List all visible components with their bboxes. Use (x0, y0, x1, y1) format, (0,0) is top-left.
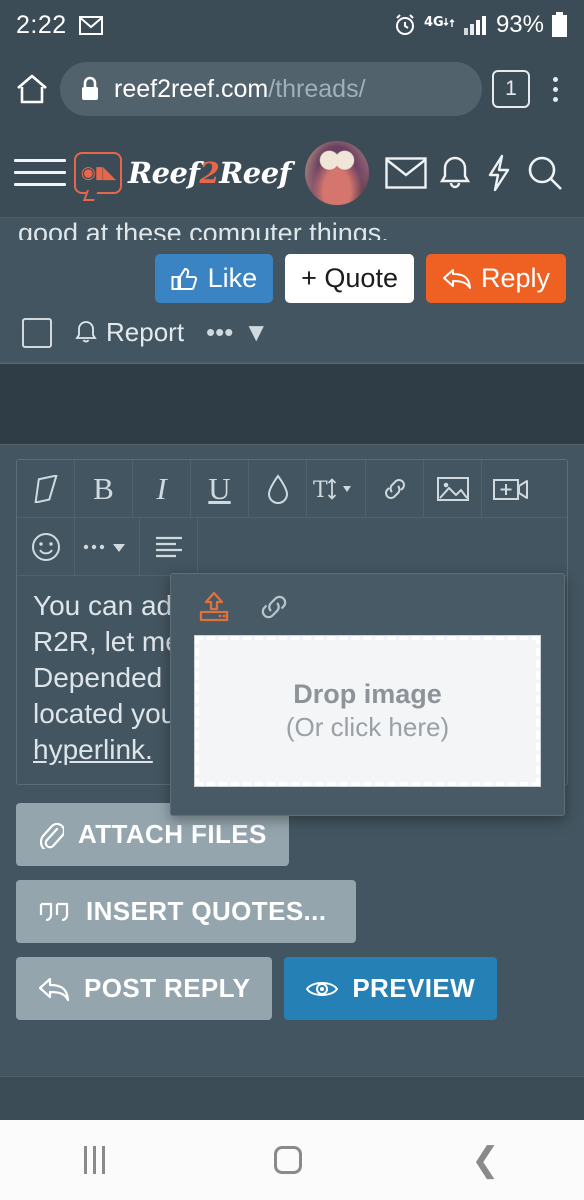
hyperlink-text: hyperlink. (33, 734, 153, 765)
status-bar-left: 2:22 (16, 11, 103, 40)
home-circle-icon[interactable] (274, 1146, 303, 1174)
preview-label: PREVIEW (352, 973, 476, 1003)
envelope-icon[interactable] (383, 156, 429, 189)
site-logo[interactable]: ◉▮◣ Reef2Reef (74, 151, 291, 194)
lightning-bolt-icon[interactable] (482, 154, 516, 192)
svg-text:4G: 4G (424, 15, 444, 30)
reply-label: Reply (480, 263, 550, 293)
page-footer-band (0, 1076, 584, 1120)
thumbs-up-icon (171, 266, 199, 292)
url-path: /threads/ (268, 74, 366, 103)
reply-arrow-icon (38, 976, 70, 1002)
submit-row: POST REPLY PREVIEW (16, 957, 568, 1020)
image-by-url-icon[interactable] (257, 592, 291, 622)
hamburger-menu-icon[interactable] (14, 159, 66, 186)
header-icon-group (379, 154, 570, 192)
post-reply-button[interactable]: POST REPLY (16, 957, 273, 1020)
editor-toolbar-row-1: B I U T (17, 459, 567, 518)
site-logo-text: Reef2Reef (128, 156, 291, 190)
url-bar[interactable]: reef2reef.com/threads/ (60, 62, 482, 116)
post-action-buttons: Like + Quote Reply (0, 240, 584, 303)
text-color-icon[interactable] (249, 459, 307, 518)
logo-text-part2: 2 (199, 155, 220, 190)
bold-icon[interactable]: B (75, 459, 133, 518)
clownfish-logo-icon: ◉▮◣ (74, 151, 122, 194)
post-meta-row: Report ••• ▼ (0, 303, 584, 348)
insert-image-icon[interactable] (424, 459, 482, 518)
quote-marks-icon (38, 899, 72, 925)
reply-button[interactable]: Reply (425, 254, 566, 303)
avatar[interactable] (304, 140, 369, 205)
bell-icon (74, 319, 98, 346)
insert-link-icon[interactable] (366, 459, 424, 518)
network-type-icon: 4G (424, 14, 456, 36)
chevron-down-icon: ▼ (243, 317, 270, 347)
gmail-icon (78, 15, 103, 35)
url-domain: reef2reef.com (114, 74, 269, 103)
report-label: Report (106, 317, 185, 347)
home-icon[interactable] (14, 72, 50, 106)
battery-icon (551, 12, 568, 38)
image-upload-popup: Drop image (Or click here) (170, 573, 565, 816)
section-separator (0, 363, 584, 445)
emoji-icon[interactable] (17, 517, 75, 576)
logo-text-part1: Reef (128, 155, 200, 190)
italic-icon[interactable]: I (133, 459, 191, 518)
android-nav-bar: ❮ (0, 1120, 584, 1200)
tab-counter-button[interactable]: 1 (492, 70, 530, 108)
post-reply-label: POST REPLY (84, 973, 251, 1003)
eye-icon (306, 977, 339, 1001)
editor-action-buttons: ATTACH FILES INSERT QUOTES... POST REPLY… (0, 785, 584, 1020)
underline-icon[interactable]: U (191, 459, 249, 518)
dropzone-title: Drop image (293, 679, 442, 709)
search-icon[interactable] (524, 154, 566, 192)
like-button[interactable]: Like (154, 254, 274, 303)
back-chevron-icon[interactable]: ❮ (471, 1143, 500, 1177)
more-options-icon[interactable] (75, 517, 140, 576)
status-bar-right: 4G 93% (393, 11, 568, 39)
signal-bars-icon (463, 14, 489, 36)
like-label: Like (207, 263, 258, 293)
dropzone-subtitle: (Or click here) (285, 712, 450, 742)
image-dropzone[interactable]: Drop image (Or click here) (194, 635, 541, 787)
insert-video-icon[interactable] (482, 460, 540, 518)
insert-quotes-label: INSERT QUOTES... (86, 896, 327, 926)
recents-icon[interactable] (84, 1146, 106, 1174)
url-text: reef2reef.com/threads/ (114, 75, 366, 104)
insert-quotes-button[interactable]: INSERT QUOTES... (16, 880, 357, 943)
image-popup-tabs (183, 584, 552, 630)
site-header: ◉▮◣ Reef2Reef (0, 128, 584, 218)
text-align-icon[interactable] (140, 517, 198, 576)
quote-button[interactable]: + Quote (285, 254, 414, 303)
remove-formatting-icon[interactable] (17, 459, 75, 518)
reply-arrow-icon (442, 267, 472, 291)
post-body-fragment: good at these computer things. (18, 218, 389, 240)
logo-text-part3: Reef (219, 155, 291, 190)
font-size-icon[interactable]: T (307, 459, 366, 518)
browser-toolbar: reef2reef.com/threads/ 1 (0, 50, 584, 128)
svg-text:T: T (313, 478, 328, 503)
preview-button[interactable]: PREVIEW (284, 957, 498, 1020)
post-more-menu[interactable]: ••• ▼ (206, 317, 269, 348)
bell-icon[interactable] (436, 154, 474, 192)
battery-percent: 93% (495, 11, 544, 38)
android-status-bar: 2:22 4G 93% (0, 0, 584, 50)
lock-icon (80, 76, 100, 102)
attach-files-label: ATTACH FILES (78, 819, 267, 849)
alarm-icon (393, 13, 417, 37)
post-select-checkbox[interactable] (22, 317, 52, 348)
post-footer-area: good at these computer things. Like + Qu… (0, 218, 584, 363)
report-link[interactable]: Report (74, 317, 184, 348)
paperclip-icon (38, 821, 64, 849)
status-clock: 2:22 (16, 10, 67, 39)
upload-image-icon[interactable] (197, 590, 231, 624)
clownfish-glyph: ◉▮◣ (80, 162, 116, 182)
kebab-menu-icon[interactable] (540, 76, 570, 102)
more-dots: ••• (206, 317, 234, 347)
editor-toolbar-row-2 (17, 517, 567, 576)
